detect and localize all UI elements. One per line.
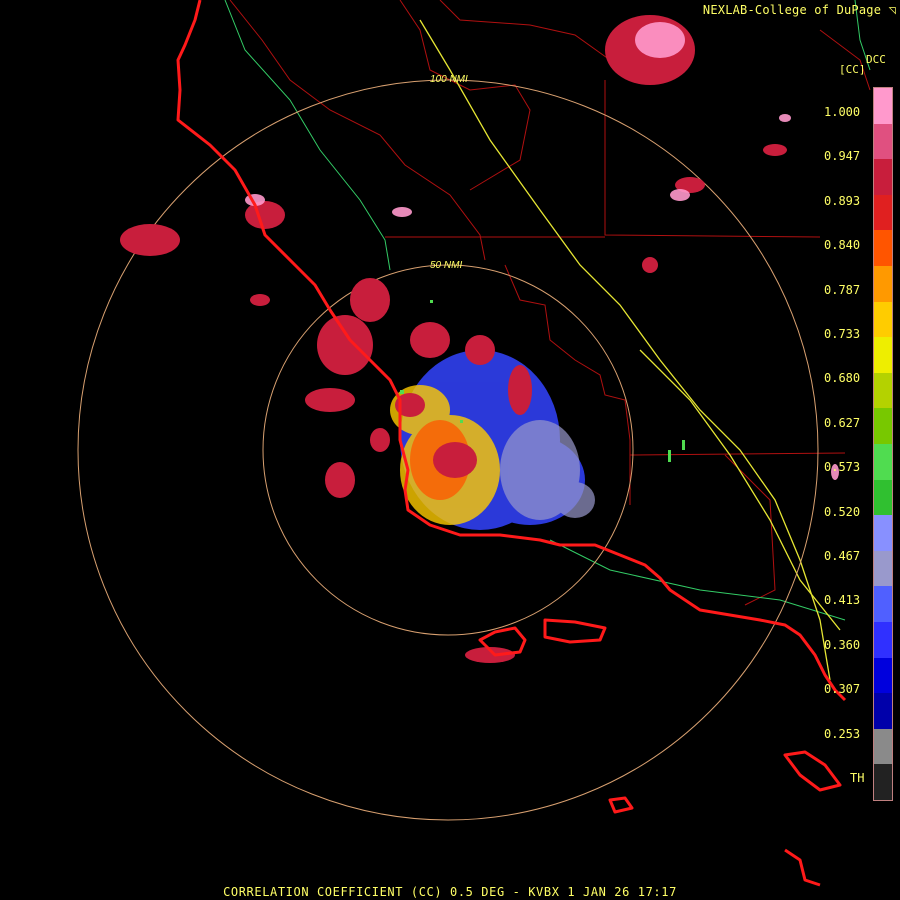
colorbar-segment [874, 479, 892, 516]
colorbar-tick-label: 0.573 [824, 460, 861, 475]
colorbar-tick-label: 0.360 [824, 637, 861, 652]
colorbar-tick-label: 0.627 [824, 415, 861, 430]
corner-logo-icon: ◹ [888, 3, 896, 17]
colorbar-tick-label: 0.947 [824, 149, 861, 164]
colorbar-tick-label: 0.467 [824, 549, 861, 563]
colorbar-tick-label: 0.893 [824, 193, 861, 208]
colorbar-segment [874, 88, 892, 125]
colorbar-segment [874, 550, 892, 587]
precipitation-echoes [120, 15, 839, 663]
colorbar-segment [874, 515, 892, 552]
colorbar-segment [874, 622, 892, 659]
colorbar-tick-label: 0.840 [824, 238, 861, 253]
colorbar-tick-label: 0.787 [824, 282, 861, 297]
colorbar-segment [874, 444, 892, 481]
product-unit: [CC] [839, 63, 866, 76]
colorbar-tick-label: 0.733 [824, 327, 861, 341]
colorbar-segment [874, 266, 892, 303]
colorbar-tick-label: 0.307 [824, 682, 861, 697]
colorbar-tick-label: 0.253 [824, 726, 861, 741]
colorbar-segment [874, 657, 892, 694]
colorbar-segment [874, 123, 892, 160]
product-code: DCC [866, 53, 886, 66]
colorbar-segment [874, 194, 892, 231]
radar-map: 50 NMI 100 NMI [77, 0, 871, 887]
colorbar-tick-label: 1.000 [824, 105, 861, 119]
ring-label-50: 50 NMI [430, 260, 462, 271]
echo-crimson-cores [120, 15, 787, 663]
product-footer: CORRELATION COEFFICIENT (CC) 0.5 DEG - K… [223, 885, 677, 899]
credit-label: NEXLAB-College of DuPage [702, 3, 882, 17]
colorbar-segment [874, 301, 892, 338]
colorbar-tick-label: 0.680 [824, 371, 861, 386]
colorbar-segment [874, 586, 892, 623]
colorbar-segment [874, 693, 892, 730]
colorbar-segment [874, 337, 892, 374]
credit-text: NEXLAB-College of DuPage ◹ [703, 3, 896, 17]
colorbar-legend [873, 87, 893, 801]
colorbar-segment [874, 230, 892, 267]
colorbar-segment [874, 764, 892, 801]
colorbar-segment [874, 159, 892, 196]
colorbar-tick-label: 0.413 [824, 593, 861, 608]
colorbar-tick-label: TH [850, 771, 865, 785]
ring-label-100: 100 NMI [430, 74, 468, 85]
colorbar-segment [874, 408, 892, 445]
colorbar-segment [874, 372, 892, 409]
colorbar-segment [874, 728, 892, 765]
colorbar-tick-label: 0.520 [824, 504, 861, 519]
